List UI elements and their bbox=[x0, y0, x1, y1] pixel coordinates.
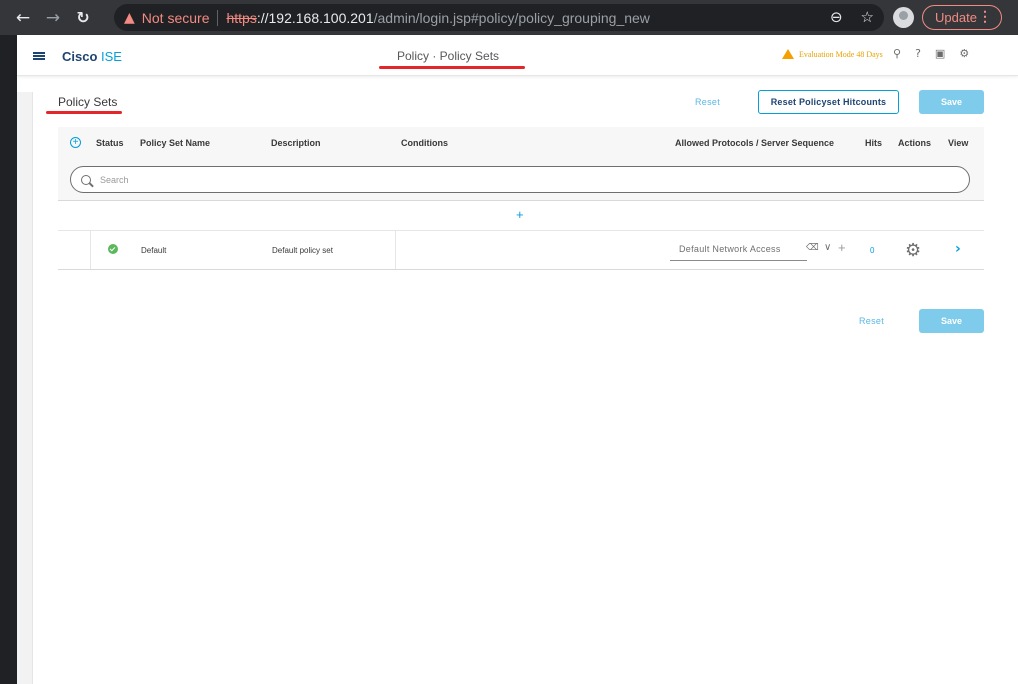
hits-count: 0 bbox=[870, 246, 875, 255]
column-conditions[interactable]: Conditions bbox=[401, 138, 448, 148]
warning-icon bbox=[782, 49, 794, 59]
divider bbox=[217, 9, 219, 26]
security-label[interactable]: Not secure bbox=[142, 10, 210, 26]
column-actions[interactable]: Actions bbox=[898, 138, 931, 148]
search-box[interactable] bbox=[70, 166, 970, 193]
left-sidebar-strip bbox=[17, 92, 33, 684]
evaluation-text: Evaluation Mode 48 Days bbox=[799, 49, 883, 59]
search-icon[interactable]: ⚲ bbox=[893, 47, 901, 60]
view-chevron-right-icon[interactable]: › bbox=[955, 241, 961, 257]
hamburger-menu-icon[interactable] bbox=[33, 52, 45, 60]
url-host: ://192.168.100.201 bbox=[256, 9, 374, 26]
allowed-protocols-select[interactable]: Default Network Access bbox=[670, 241, 807, 261]
ise-app: Cisco ISE Policy · Policy Sets Evaluatio… bbox=[17, 35, 1018, 684]
actions-gear-icon[interactable]: ⚙ bbox=[905, 240, 921, 261]
save-button[interactable]: Save bbox=[919, 90, 984, 114]
help-icon[interactable]: ? bbox=[915, 47, 921, 60]
status-enabled-icon[interactable] bbox=[108, 244, 118, 254]
brand-logo[interactable]: Cisco ISE bbox=[62, 49, 122, 64]
star-bookmark-icon[interactable]: ☆ bbox=[861, 8, 874, 26]
more-menu-icon[interactable]: ⋮ bbox=[978, 8, 992, 25]
app-header: Cisco ISE Policy · Policy Sets Evaluatio… bbox=[17, 35, 1018, 76]
url-path: /admin/login.jsp#policy/policy_grouping_… bbox=[373, 9, 650, 26]
table-header: + Status Policy Set Name Description Con… bbox=[58, 127, 984, 159]
clear-selection-icon[interactable]: ⌫ bbox=[806, 243, 819, 253]
search-input[interactable] bbox=[100, 174, 900, 185]
forward-arrow-icon[interactable]: → bbox=[42, 7, 64, 29]
table-row[interactable]: Default Default policy set Default Netwo… bbox=[58, 231, 984, 270]
page-title: Policy · Policy Sets bbox=[397, 49, 500, 63]
brand-rest: ISE bbox=[97, 49, 122, 64]
browser-toolbar: ← → ↻ ▲ Not secure https://192.168.100.2… bbox=[0, 0, 1018, 35]
policy-set-description: Default policy set bbox=[272, 246, 333, 255]
column-hits[interactable]: Hits bbox=[865, 138, 882, 148]
section-title: Policy Sets bbox=[58, 95, 118, 109]
footer-save-button[interactable]: Save bbox=[919, 309, 984, 333]
warning-triangle-icon: ▲ bbox=[124, 9, 135, 26]
search-row bbox=[58, 159, 984, 201]
reload-icon[interactable]: ↻ bbox=[72, 7, 94, 29]
chevron-down-icon[interactable]: ∨ bbox=[824, 242, 831, 253]
add-policy-set-icon[interactable]: + bbox=[70, 137, 81, 148]
profile-avatar[interactable] bbox=[893, 7, 914, 28]
column-policy-set-name[interactable]: Policy Set Name bbox=[140, 138, 210, 148]
evaluation-notice[interactable]: Evaluation Mode 48 Days bbox=[782, 49, 883, 59]
notifications-icon[interactable]: ▣ bbox=[935, 47, 945, 60]
url-scheme: https bbox=[226, 9, 257, 26]
row-drag-handle[interactable] bbox=[58, 231, 91, 269]
column-status[interactable]: Status bbox=[96, 138, 124, 148]
conditions-cell[interactable] bbox=[395, 231, 396, 269]
search-icon bbox=[81, 174, 91, 185]
column-allowed-protocols[interactable]: Allowed Protocols / Server Sequence bbox=[675, 138, 834, 148]
zoom-icon[interactable]: ⊖ bbox=[830, 8, 843, 26]
insert-row: + bbox=[58, 201, 984, 231]
add-protocol-plus-icon[interactable]: + bbox=[838, 240, 846, 255]
column-description[interactable]: Description bbox=[271, 138, 321, 148]
footer-reset-link[interactable]: Reset bbox=[859, 316, 884, 326]
back-arrow-icon[interactable]: ← bbox=[12, 7, 34, 29]
brand-bold: Cisco bbox=[62, 49, 98, 64]
update-label: Update bbox=[935, 10, 977, 25]
policy-set-name: Default bbox=[141, 246, 167, 255]
reset-link[interactable]: Reset bbox=[695, 97, 720, 107]
settings-gear-icon[interactable]: ⚙ bbox=[959, 47, 969, 60]
insert-new-row-plus-icon[interactable]: + bbox=[516, 207, 524, 222]
column-view[interactable]: View bbox=[948, 138, 968, 148]
policy-sets-table: + Status Policy Set Name Description Con… bbox=[58, 127, 984, 270]
annotation-underline bbox=[46, 111, 122, 114]
reset-policyset-hitcounts-button[interactable]: Reset Policyset Hitcounts bbox=[758, 90, 899, 114]
update-button[interactable]: Update ⋮ bbox=[922, 5, 1002, 30]
annotation-underline bbox=[379, 66, 525, 69]
address-bar[interactable]: ▲ Not secure https://192.168.100.201/adm… bbox=[114, 4, 884, 31]
